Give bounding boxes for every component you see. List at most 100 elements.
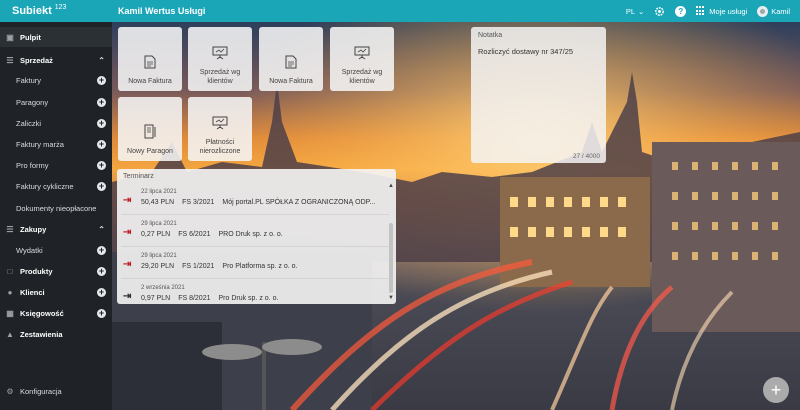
tile-label: Sprzedaż wg klientów [341, 69, 383, 85]
calendar-entry[interactable]: ⇥ 29 lipca 2021 29,20 PLN FS 1/2021 Pro Pl… [117, 247, 389, 279]
scroll-down-icon[interactable]: ▼ [388, 295, 394, 301]
chevron-down-icon: ⌄ [638, 6, 645, 16]
sidebar-item-label: Produkty [20, 266, 53, 276]
add-produkt-button[interactable]: + [97, 266, 106, 276]
tile-label: Nowa Faktura [128, 78, 172, 85]
sidebar-item-label: Paragony [16, 97, 49, 107]
add-ksiegowosc-button[interactable]: + [97, 308, 106, 318]
sidebar-item-zakupy[interactable]: ☰ Zakupy ⌃ [0, 219, 112, 239]
presentation-icon [212, 46, 228, 60]
add-fab-button[interactable]: + [763, 377, 789, 403]
scroll-up-icon[interactable]: ▲ [388, 183, 394, 189]
calendar-entry[interactable]: ⇥ 22 lipca 2021 50,43 PLN FS 3/2021 Mój po… [117, 183, 389, 215]
sidebar-item-wydatki[interactable]: Wydatki + [0, 240, 112, 260]
scrollbar-thumb[interactable] [389, 223, 393, 293]
add-paragon-button[interactable]: + [97, 97, 106, 107]
sidebar-item-pro-formy[interactable]: Pro formy + [0, 155, 112, 175]
note-title: Notatka [478, 32, 503, 39]
sidebar-item-dokumenty-nieoplacone[interactable]: Dokumenty nieopłacone [0, 198, 112, 218]
sidebar-item-label: Zaliczki [16, 118, 42, 128]
add-pro-forma-button[interactable]: + [97, 160, 106, 170]
my-services-button[interactable]: Moje usługi [696, 6, 747, 16]
note-text[interactable]: Rozliczyć dostawy nr 347/25 [478, 47, 599, 56]
calendar-entry[interactable]: ⇥ 2 września 2021 0,97 PLN FS 8/2021 Pro D… [117, 279, 389, 304]
entry-client: Mój portal.PL SPÓŁKA Z OGRANICZONĄ ODP..… [222, 199, 376, 206]
entry-client: PRO Druk sp. z o. o. [218, 231, 283, 238]
sidebar-item-ksiegowosc[interactable]: ▦ Księgowość + [0, 303, 112, 323]
calendar-entry[interactable]: ⇥ 29 lipca 2021 0,27 PLN FS 6/2021 PRO Dru… [117, 215, 389, 247]
add-wydatek-button[interactable]: + [97, 245, 106, 255]
calendar-scrollbar[interactable]: ▲ ▼ [388, 183, 394, 301]
arrow-in-icon: ⇥ [123, 195, 132, 206]
tile-unsettled-payments[interactable]: Płatności nierozliczone [188, 97, 252, 161]
chevron-up-icon: ⌃ [98, 224, 105, 234]
sidebar-item-label: Konfiguracja [20, 386, 62, 396]
entry-doc: FS 8/2021 [178, 295, 211, 302]
sidebar-item-faktury-cykliczne[interactable]: Faktury cykliczne + [0, 176, 112, 196]
sidebar-item-label: Faktury marża [16, 139, 64, 149]
tile-label: Płatności nierozliczone [199, 139, 241, 155]
sidebar-item-paragony[interactable]: Paragony + [0, 92, 112, 112]
language-selector[interactable]: PL ⌄ [626, 7, 644, 16]
sidebar-item-label: Faktury [16, 75, 42, 85]
cart-icon: ☰ [6, 55, 14, 65]
help-button[interactable]: ? [675, 5, 687, 17]
sidebar-item-faktury-marza[interactable]: Faktury marża + [0, 134, 112, 154]
tile-sales-by-clients-2[interactable]: Sprzedaż wg klientów [330, 27, 394, 91]
sidebar-item-pulpit[interactable]: ▣ Pulpit [0, 27, 112, 47]
sidebar-item-zaliczki[interactable]: Zaliczki + [0, 113, 112, 133]
chart-icon: ▲ [6, 329, 14, 339]
company-name: Kamil Wertus Usługi [118, 6, 206, 16]
entry-amount: 0,97 PLN [141, 295, 171, 302]
sidebar-item-zestawienia[interactable]: ▲ Zestawienia [0, 324, 112, 344]
entry-doc: FS 3/2021 [182, 199, 215, 206]
tile-label: Nowy Paragon [127, 148, 173, 155]
arrow-in-icon: ⇥ [123, 259, 132, 270]
tile-new-invoice-2[interactable]: Nowa Faktura [259, 27, 323, 91]
sidebar-item-konfiguracja[interactable]: ⚙ Konfiguracja [0, 381, 112, 401]
tile-label: Nowa Faktura [269, 78, 313, 85]
note-widget[interactable]: Notatka Rozliczyć dostawy nr 347/25 27 /… [471, 27, 606, 163]
add-faktura-marza-button[interactable]: + [97, 139, 106, 149]
sidebar-item-label: Zestawienia [20, 329, 63, 339]
my-services-label: Moje usługi [709, 6, 748, 16]
add-faktura-cykliczna-button[interactable]: + [97, 181, 106, 191]
sidebar-item-sprzedaz[interactable]: ☰ Sprzedaż ⌃ [0, 50, 112, 70]
receipt-icon [144, 124, 156, 139]
sidebar-item-label: Pulpit [20, 32, 41, 42]
gear-icon [655, 6, 665, 16]
sidebar-item-klienci[interactable]: ● Klienci + [0, 282, 112, 302]
logo-text: Subiekt [12, 5, 52, 17]
user-menu[interactable]: Kamil [757, 5, 790, 17]
app-logo[interactable]: Subiekt 123 [0, 4, 112, 17]
sidebar-item-faktury[interactable]: Faktury + [0, 70, 112, 90]
add-zaliczka-button[interactable]: + [97, 118, 106, 128]
entry-doc: FS 1/2021 [182, 263, 215, 270]
sidebar-item-produkty[interactable]: □ Produkty + [0, 261, 112, 281]
add-faktura-button[interactable]: + [97, 75, 106, 85]
entry-amount: 0,27 PLN [141, 231, 171, 238]
ledger-icon: ▦ [6, 308, 14, 318]
settings-button[interactable] [654, 6, 665, 17]
sidebar-item-label: Klienci [20, 287, 45, 297]
note-char-counter: 27 / 4000 [572, 153, 600, 160]
tile-label: Sprzedaż wg klientów [199, 69, 241, 85]
calendar-list[interactable]: ⇥ 22 lipca 2021 50,43 PLN FS 3/2021 Mój po… [117, 183, 389, 304]
tile-sales-by-clients[interactable]: Sprzedaż wg klientów [188, 27, 252, 91]
arrow-in-icon: ⇥ [123, 291, 132, 302]
entry-amount: 29,20 PLN [141, 263, 175, 270]
tile-new-invoice[interactable]: Nowa Faktura [118, 27, 182, 91]
sidebar-item-label: Dokumenty nieopłacone [16, 203, 97, 213]
add-klient-button[interactable]: + [97, 287, 106, 297]
document-icon [285, 55, 297, 69]
question-icon: ? [675, 5, 687, 17]
entry-doc: FS 6/2021 [178, 231, 211, 238]
apps-grid-icon [696, 6, 706, 16]
presentation-icon [212, 116, 228, 130]
chevron-up-icon: ⌃ [98, 55, 105, 65]
calendar-widget: Terminarz ⇥ 22 lipca 2021 50,43 PLN FS 3/… [117, 169, 396, 304]
tile-new-receipt[interactable]: Nowy Paragon [118, 97, 182, 161]
logo-sup: 123 [54, 4, 67, 11]
calendar-title: Terminarz [123, 173, 154, 180]
sidebar-item-label: Księgowość [20, 308, 64, 318]
